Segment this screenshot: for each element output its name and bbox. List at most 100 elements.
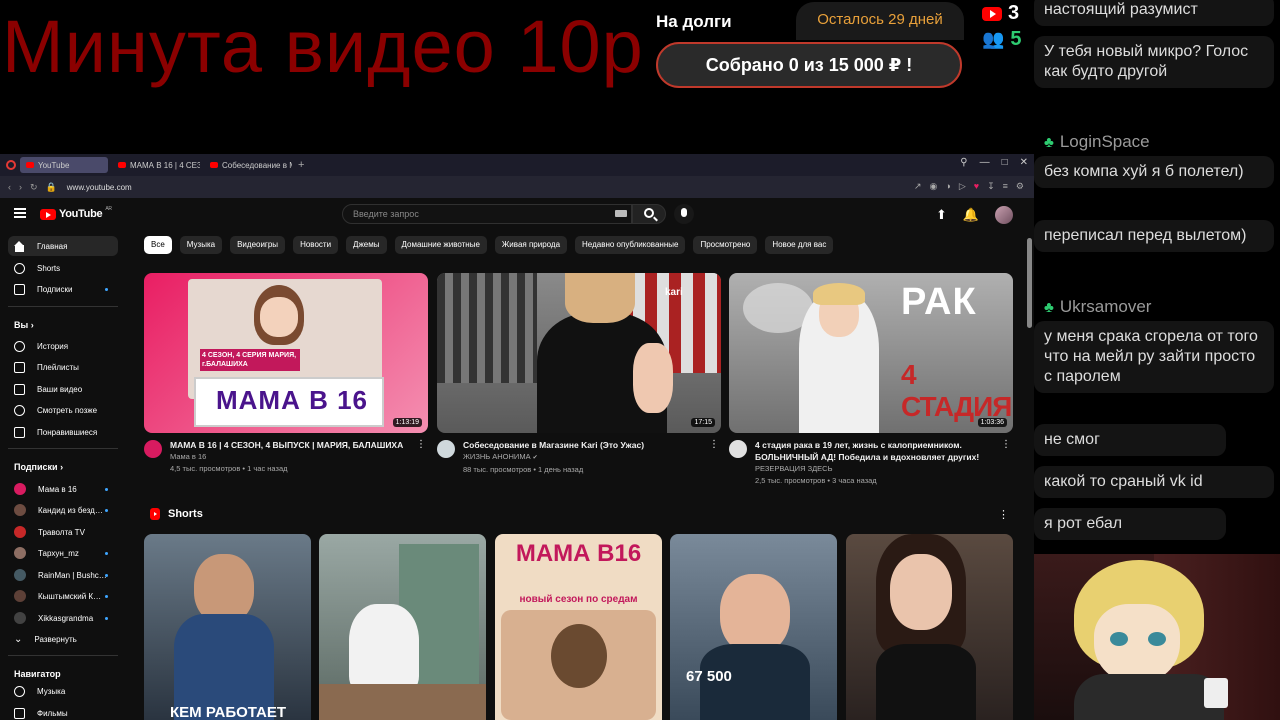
sidebar-item-liked[interactable]: Понравившиеся bbox=[8, 422, 118, 442]
close-icon[interactable]: ✕ bbox=[1020, 157, 1028, 168]
thumbnail-subtitle: 4 СТАДИЯ bbox=[901, 359, 1012, 422]
url-field[interactable]: www.youtube.com bbox=[67, 183, 132, 192]
play-icon[interactable]: ▷ bbox=[959, 181, 966, 192]
reload-icon[interactable]: ↻ bbox=[30, 182, 38, 193]
bell-icon[interactable]: 🔔 bbox=[963, 207, 979, 223]
chat-username-text: LoginSpace bbox=[1059, 132, 1150, 151]
hamburger-menu-icon[interactable] bbox=[14, 208, 26, 218]
chip[interactable]: Видеоигры bbox=[230, 236, 286, 254]
new-tab-icon[interactable]: + bbox=[298, 159, 304, 171]
channel-avatar[interactable] bbox=[729, 440, 747, 458]
sidebar-item-music[interactable]: Музыка bbox=[8, 681, 118, 701]
sidebar-sub-item[interactable]: RainMan | Bushc… bbox=[8, 565, 118, 585]
video-card[interactable]: РАК 4 СТАДИЯ 1:03:36 4 стадия рака в 19 … bbox=[729, 273, 1013, 487]
video-card[interactable]: 4 СЕЗОН, 4 СЕРИЯ МАРИЯ, г.БАЛАШИХА МАМА … bbox=[144, 273, 428, 475]
short-card[interactable]: 67 500 bbox=[670, 534, 837, 720]
new-content-dot bbox=[105, 573, 108, 577]
vpn-icon[interactable]: ◑ bbox=[945, 181, 950, 192]
opera-icon[interactable] bbox=[6, 160, 16, 170]
sidebar-item-shorts[interactable]: Shorts bbox=[8, 258, 118, 278]
address-bar: ‹ › ↻ 🔒 www.youtube.com ↗ ◉ ◑ ▷ ♥ ↧ ≡ ⚙ bbox=[0, 176, 1034, 198]
sidebar-item-watch-later[interactable]: Смотреть позже bbox=[8, 400, 118, 420]
channel-avatar[interactable] bbox=[144, 440, 162, 458]
search-input[interactable]: Введите запрос bbox=[342, 204, 632, 224]
chip[interactable]: Новости bbox=[293, 236, 339, 254]
sidebar-sub-item[interactable]: Тархун_mz bbox=[8, 543, 118, 563]
more-options-icon[interactable]: ⋮ bbox=[416, 439, 426, 450]
chat-message: не смог bbox=[1034, 424, 1226, 456]
sidebar-item-label: Ваши видео bbox=[37, 384, 83, 394]
scrollbar[interactable] bbox=[1027, 238, 1032, 328]
short-card[interactable] bbox=[319, 534, 486, 720]
shorts-header: Shorts bbox=[150, 508, 203, 520]
youtube-viewers: 3 bbox=[982, 2, 1019, 25]
download-icon[interactable]: ↧ bbox=[987, 181, 995, 192]
video-title[interactable]: Собеседование в Магазине Kari (Это Ужас) bbox=[463, 439, 721, 451]
sidebar-item-your-videos[interactable]: Ваши видео bbox=[8, 379, 118, 399]
settings-icon[interactable]: ⚙ bbox=[1016, 181, 1024, 192]
video-card[interactable]: kari 17:15 Собеседование в Магазине Kari… bbox=[437, 273, 721, 476]
sidebar-sub-item[interactable]: Мама в 16 bbox=[8, 479, 118, 499]
more-options-icon[interactable]: ⋮ bbox=[1001, 439, 1011, 450]
sidebar-expand[interactable]: ⌄ Развернуть bbox=[8, 629, 118, 649]
platform-viewers: 👥 5 bbox=[982, 28, 1022, 51]
channel-name[interactable]: ЖИЗНЬ АНОНИМА ✔ bbox=[463, 451, 721, 464]
upload-icon[interactable]: ⬆ bbox=[936, 207, 947, 223]
sidebar-subs-header[interactable]: Подписки › bbox=[14, 462, 63, 472]
sidebar-sub-item[interactable]: Кыштымский К… bbox=[8, 586, 118, 606]
channel-name[interactable]: РЕЗЕРВАЦИЯ ЗДЕСЬ bbox=[755, 463, 1013, 475]
short-card[interactable]: КЕМ РАБОТАЕТ bbox=[144, 534, 311, 720]
chip[interactable]: Недавно опубликованные bbox=[575, 236, 686, 254]
sidebar-item-history[interactable]: История bbox=[8, 336, 118, 356]
chip[interactable]: Джемы bbox=[346, 236, 387, 254]
search-tabs-icon[interactable]: ⚲ bbox=[960, 157, 967, 168]
menu-icon[interactable]: ≡ bbox=[1003, 181, 1008, 192]
voice-search-icon[interactable] bbox=[674, 204, 694, 224]
camera-icon[interactable]: ◉ bbox=[930, 181, 938, 192]
vtuber-avatar bbox=[1034, 554, 1280, 720]
shorts-icon bbox=[150, 508, 160, 520]
chip-all[interactable]: Все bbox=[144, 236, 172, 254]
video-title[interactable]: МАМА В 16 | 4 СЕЗОН, 4 ВЫПУСК | МАРИЯ, Б… bbox=[170, 439, 428, 451]
tab-youtube[interactable]: YouTube bbox=[20, 157, 108, 173]
sidebar-you-header[interactable]: Вы › bbox=[14, 320, 34, 330]
short-card[interactable] bbox=[846, 534, 1013, 720]
chip[interactable]: Просмотрено bbox=[693, 236, 758, 254]
video-thumbnail[interactable]: 4 СЕЗОН, 4 СЕРИЯ МАРИЯ, г.БАЛАШИХА МАМА … bbox=[144, 273, 428, 433]
channel-avatar[interactable] bbox=[437, 440, 455, 458]
sidebar-item-subscriptions[interactable]: Подписки bbox=[8, 279, 118, 299]
forward-icon[interactable]: › bbox=[19, 182, 22, 192]
youtube-logo[interactable]: YouTube AR bbox=[40, 206, 112, 220]
sidebar-sub-item[interactable]: Траволта TV bbox=[8, 522, 118, 542]
video-thumbnail[interactable]: kari 17:15 bbox=[437, 273, 721, 433]
music-icon bbox=[14, 685, 25, 697]
maximize-icon[interactable]: □ bbox=[1002, 157, 1008, 168]
more-options-icon[interactable]: ⋮ bbox=[709, 439, 719, 450]
avatar[interactable] bbox=[995, 206, 1014, 224]
minimize-icon[interactable]: — bbox=[980, 157, 990, 168]
search-button[interactable] bbox=[632, 204, 666, 224]
chip[interactable]: Новое для вас bbox=[765, 236, 834, 254]
video-thumbnail[interactable]: РАК 4 СТАДИЯ 1:03:36 bbox=[729, 273, 1013, 433]
channel-name[interactable]: Мама в 16 bbox=[170, 451, 428, 463]
more-options-icon[interactable]: ⋮ bbox=[998, 508, 1009, 521]
sidebar-sub-item[interactable]: Xikkasgrandma bbox=[8, 608, 118, 628]
thumbnail-brand: kari bbox=[665, 287, 683, 298]
sidebar-item-home[interactable]: Главная bbox=[8, 236, 118, 256]
tab-mama16[interactable]: МАМА В 16 | 4 СЕЗОН, 4 bbox=[112, 157, 200, 173]
liked-icon bbox=[14, 426, 25, 438]
back-icon[interactable]: ‹ bbox=[8, 182, 11, 192]
chip[interactable]: Музыка bbox=[179, 236, 223, 254]
heart-icon[interactable]: ♥ bbox=[974, 181, 979, 192]
keyboard-icon[interactable] bbox=[615, 210, 627, 217]
video-title[interactable]: 4 стадия рака в 19 лет, жизнь с калоприе… bbox=[755, 439, 1013, 463]
chip[interactable]: Домашние животные bbox=[394, 236, 487, 254]
tab-kari[interactable]: Собеседование в Магази bbox=[204, 157, 292, 173]
chat-username: ♣ Ukrsamover bbox=[1034, 297, 1274, 317]
sidebar-item-movies[interactable]: Фильмы bbox=[8, 703, 118, 720]
short-card[interactable]: МАМА В16 новый сезон по средам bbox=[495, 534, 662, 720]
sidebar-sub-item[interactable]: Кандид из безд… bbox=[8, 500, 118, 520]
share-icon[interactable]: ↗ bbox=[914, 181, 922, 192]
chip[interactable]: Живая природа bbox=[494, 236, 568, 254]
sidebar-item-playlists[interactable]: Плейлисты bbox=[8, 357, 118, 377]
